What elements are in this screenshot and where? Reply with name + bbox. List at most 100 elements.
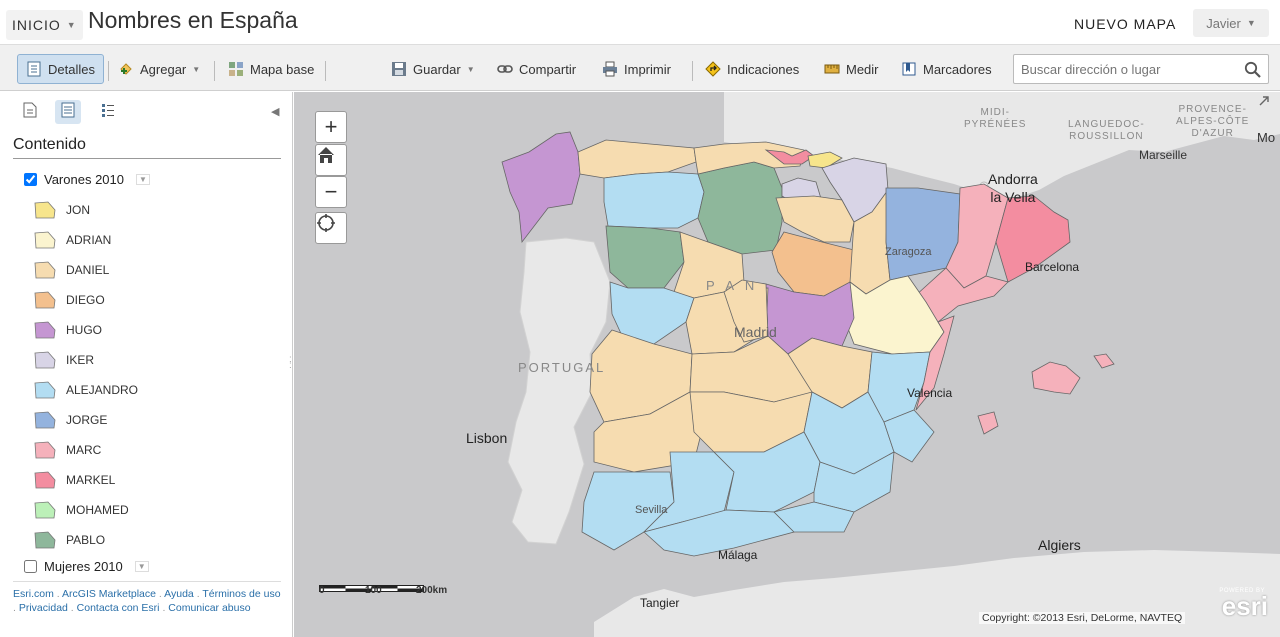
city-label-algiers: Algiers [1038,537,1081,553]
chevron-down-icon: ▼ [466,64,475,74]
tab-about[interactable] [17,100,43,124]
legend-label: JORGE [66,413,108,427]
legend-item: MOHAMED [34,499,129,521]
legend-label: DIEGO [66,293,105,307]
legend-swatch [34,291,56,309]
chevron-down-icon: ▼ [1246,18,1256,28]
country-label-portugal: PORTUGAL [518,360,606,375]
legend-swatch [34,441,56,459]
layer-options-icon[interactable]: ▼ [136,174,150,185]
city-label-tangier: Tangier [640,596,680,610]
directions-button[interactable]: Indicaciones [701,54,803,84]
toolbar-divider [214,61,215,81]
basemap-button[interactable]: Mapa base [224,54,318,84]
map-view[interactable]: MIDI- PYRÉNÉES LANGUEDOC- ROUSSILLON PRO… [294,92,1280,637]
legend-swatch [34,201,56,219]
legend-list-icon [101,102,115,123]
layer-visibility-checkbox[interactable] [24,173,37,186]
legend-label: MARC [66,443,102,457]
zoom-out-button[interactable]: − [315,176,347,208]
basemap-grid-icon [228,61,244,77]
basemap-label: Mapa base [250,61,315,77]
city-label-marseille: Marseille [1139,148,1188,162]
save-button[interactable]: Guardar ▼ [387,54,479,84]
details-icon [26,61,42,77]
panel-resize-handle[interactable]: :: [289,355,292,371]
home-menu-button[interactable]: INICIO ▼ [6,10,83,40]
legend-label: PABLO [66,533,106,547]
legend-swatch [34,501,56,519]
esri-logo[interactable]: POWERED BY esri [1206,588,1268,624]
footer-link[interactable]: Privacidad [19,602,68,614]
legend-label: ADRIAN [66,233,112,247]
details-label: Detalles [48,61,95,77]
measure-button[interactable]: Medir [820,54,883,84]
city-label-mo: Mo [1257,130,1276,145]
document-icon [23,102,37,123]
legend-item: ADRIAN [34,229,111,251]
legend-label: MARKEL [66,473,116,487]
directions-label: Indicaciones [727,61,800,77]
add-button[interactable]: Agregar ▼ [114,54,204,84]
footer-link[interactable]: Términos de uso [202,588,280,600]
tab-contents[interactable] [55,100,81,124]
layer-name: Mujeres 2010 [44,559,123,574]
footer-link[interactable]: ArcGIS Marketplace [62,588,156,600]
print-button[interactable]: Imprimir [598,54,675,84]
layer-row-mujeres: Mujeres 2010 ▼ [24,559,149,574]
legend-label: DANIEL [66,263,110,277]
country-label-spain: P A N [706,278,759,293]
toolbar-divider [108,61,109,81]
tab-legend[interactable] [95,100,121,124]
legend-swatch [34,471,56,489]
side-panel: ◀ Contenido Varones 2010 ▼ JON ADRIAN DANI… [0,92,293,637]
legend-swatch [34,261,56,279]
chevron-down-icon: ▼ [66,20,77,30]
legend-swatch [34,381,56,399]
layer-options-icon[interactable]: ▼ [134,561,149,572]
legend-label: HUGO [66,323,102,337]
bookmarks-label: Marcadores [923,61,992,77]
collapse-panel-icon[interactable]: ◀ [271,105,279,118]
legend-item: MARKEL [34,469,115,491]
legend-item: JON [34,199,90,221]
layer-name: Varones 2010 [44,172,124,187]
home-menu-label: INICIO [12,17,61,33]
legend-swatch [34,411,56,429]
layer-row-varones: Varones 2010 ▼ [24,172,150,187]
new-map-link[interactable]: NUEVO MAPA [1074,16,1176,32]
footer-link[interactable]: Esri.com [13,588,54,600]
search-box [1013,54,1269,84]
locate-button[interactable] [315,212,347,244]
basemap [294,92,1280,637]
add-label: Agregar [140,61,187,77]
footer-link[interactable]: Contacta con Esri [77,602,160,614]
footer-links: Esri.com . ArcGIS Marketplace . Ayuda . … [13,581,281,615]
legend-swatch [34,321,56,339]
share-button[interactable]: Compartir [493,54,580,84]
footer-link[interactable]: Comunicar abuso [168,602,250,614]
map-attribution: Copyright: ©2013 Esri, DeLorme, NAVTEQ [979,612,1186,624]
details-button[interactable]: Detalles [17,54,104,84]
legend-swatch [34,531,56,549]
scale-label: 200km [416,585,448,596]
ruler-icon [824,61,840,77]
search-icon[interactable] [1244,61,1261,83]
legend-item: DIEGO [34,289,105,311]
zoom-in-button[interactable]: + [315,111,347,143]
user-menu-button[interactable]: Javier ▼ [1193,9,1269,37]
bookmarks-button[interactable]: Marcadores [897,54,996,84]
link-icon [497,61,513,77]
layer-visibility-checkbox[interactable] [24,560,37,573]
city-label-madrid: Madrid [734,324,777,340]
region-label-midi: MIDI- PYRÉNÉES [964,107,1027,130]
contents-list-icon [61,102,75,123]
legend-item: DANIEL [34,259,109,281]
legend-label: JON [66,203,90,217]
footer-link[interactable]: Ayuda [164,588,194,600]
city-label-barcelona: Barcelona [1025,260,1080,274]
chevron-down-icon: ▼ [192,64,201,74]
home-extent-button[interactable] [315,144,347,176]
app-header: INICIO ▼ Nombres en España NUEVO MAPA Ja… [0,0,1280,44]
search-input[interactable] [1014,55,1234,83]
